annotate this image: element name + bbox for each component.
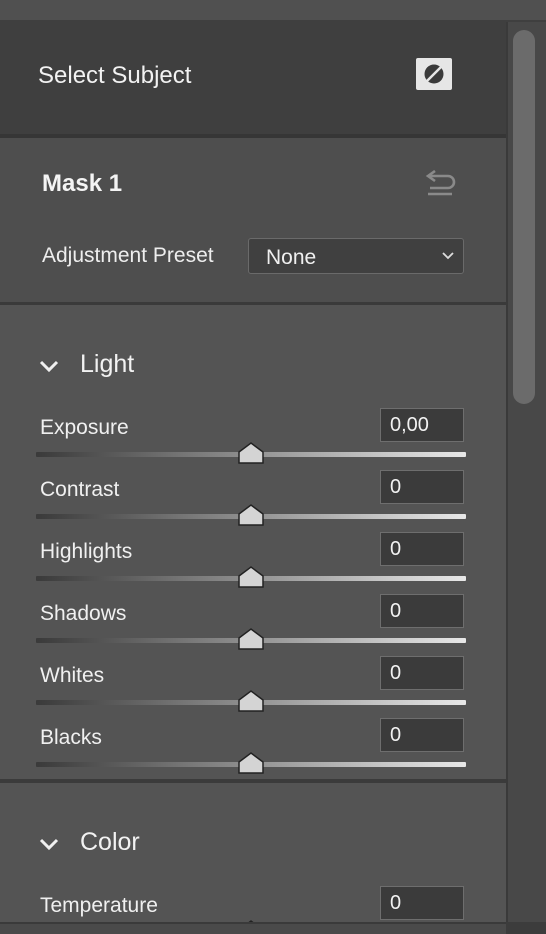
- contrast-slider-row: Contrast 0: [0, 470, 506, 540]
- scrollbar-corner: [506, 922, 546, 934]
- adjustment-preset-label: Adjustment Preset: [42, 244, 214, 267]
- slider-thumb[interactable]: [237, 628, 265, 650]
- whites-slider-row: Whites 0: [0, 656, 506, 726]
- blacks-value-field[interactable]: 0: [380, 718, 464, 752]
- slider-label: Highlights: [40, 540, 133, 563]
- color-section: Color Temperature 0: [0, 783, 506, 934]
- exposure-value-field[interactable]: 0,00: [380, 408, 464, 442]
- vertical-scrollbar[interactable]: [506, 22, 546, 934]
- slider-thumb[interactable]: [237, 752, 265, 774]
- light-section: Light Exposure 0,00 Contrast 0 Highlight…: [0, 305, 506, 779]
- mask-title: Mask 1: [42, 170, 123, 197]
- highlights-slider-row: Highlights 0: [0, 532, 506, 602]
- highlights-value-field[interactable]: 0: [380, 532, 464, 566]
- slider-label: Contrast: [40, 478, 120, 501]
- mask-overlay-icon[interactable]: [416, 58, 452, 90]
- light-section-title: Light: [80, 350, 135, 378]
- panel-top-strip: [0, 0, 546, 22]
- slider-thumb[interactable]: [237, 442, 265, 464]
- scrollbar-thumb[interactable]: [513, 30, 535, 404]
- whites-value-field[interactable]: 0: [380, 656, 464, 690]
- masking-panel: Select Subject Mask 1 Adjustment Preset …: [0, 22, 506, 934]
- select-subject-row[interactable]: Select Subject: [0, 22, 506, 134]
- undo-icon[interactable]: [422, 170, 458, 198]
- adjustment-preset-value: None: [266, 246, 317, 269]
- chevron-down-icon: [39, 360, 59, 373]
- shadows-value-field[interactable]: 0: [380, 594, 464, 628]
- slider-label: Exposure: [40, 416, 129, 439]
- chevron-down-icon: [442, 252, 454, 260]
- color-section-title: Color: [80, 828, 140, 856]
- select-subject-label: Select Subject: [38, 62, 192, 89]
- exposure-slider-row: Exposure 0,00: [0, 408, 506, 478]
- contrast-value-field[interactable]: 0: [380, 470, 464, 504]
- adjustment-preset-dropdown[interactable]: None: [248, 238, 464, 274]
- slider-thumb[interactable]: [237, 690, 265, 712]
- chevron-down-icon: [39, 838, 59, 851]
- panel-bottom-edge: [0, 922, 506, 934]
- slider-thumb[interactable]: [237, 566, 265, 588]
- temperature-value-field[interactable]: 0: [380, 886, 464, 920]
- slider-label: Whites: [40, 664, 105, 687]
- slider-thumb[interactable]: [237, 504, 265, 526]
- mask-section: Mask 1 Adjustment Preset None: [0, 138, 506, 302]
- slider-label: Temperature: [40, 894, 158, 917]
- slider-label: Shadows: [40, 602, 127, 625]
- slider-label: Blacks: [40, 726, 102, 749]
- shadows-slider-row: Shadows 0: [0, 594, 506, 664]
